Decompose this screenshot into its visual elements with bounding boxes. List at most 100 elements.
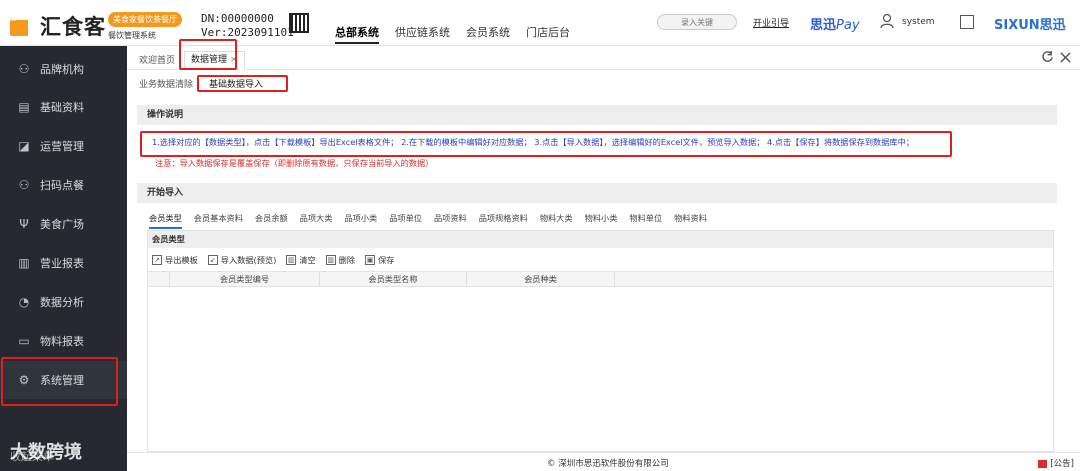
document-icon: ▤ bbox=[18, 100, 30, 114]
speaker-icon bbox=[1038, 459, 1048, 468]
column-header-member-type-name[interactable]: 会员类型名称 bbox=[320, 272, 467, 287]
delete-button[interactable]: ▥ 删除 bbox=[325, 254, 356, 266]
highlight-box-basic-data-import bbox=[197, 75, 288, 92]
start-import-title: 开始导入 bbox=[137, 183, 1057, 203]
sidebar-item-basic-data[interactable]: ▤ 基础资料 bbox=[0, 88, 127, 126]
delete-icon: ▥ bbox=[325, 255, 336, 265]
table-header: 会员类型编号 会员类型名称 会员种类 bbox=[148, 271, 1053, 287]
logo-text: 汇食客 bbox=[40, 15, 106, 39]
close-page-icon[interactable] bbox=[1059, 51, 1072, 64]
user-icon[interactable] bbox=[880, 13, 894, 29]
announcement-label: [公告] bbox=[1050, 459, 1074, 469]
import-tab-member-basic[interactable]: 会员基本资料 bbox=[194, 212, 243, 229]
import-type-tabs: 会员类型 会员基本资料 会员余额 品项大类 品项小类 品项单位 品项资料 品项规… bbox=[149, 212, 719, 229]
highlight-box-system-management bbox=[1, 357, 118, 406]
sidebar-item-label: 物料报表 bbox=[40, 335, 84, 348]
clear-icon: ▥ bbox=[286, 255, 297, 265]
announcement-link[interactable]: [公告] bbox=[1038, 457, 1074, 469]
opening-guide-link[interactable]: 开业引导 bbox=[753, 16, 789, 29]
export-template-button[interactable]: ↗ 导出模板 bbox=[152, 254, 198, 266]
qr-code-icon[interactable] bbox=[289, 13, 309, 33]
save-button[interactable]: ▣ 保存 bbox=[365, 254, 394, 266]
sidebar-item-data-analysis[interactable]: ◔ 数据分析 bbox=[0, 283, 127, 321]
main-content: 欢迎首页 数据管理 × 业务数据清除 基础数据导入 操作说明 1.选择对应的【数据… bbox=[127, 46, 1080, 471]
sidebar-item-label: 数据分析 bbox=[40, 296, 84, 309]
fullscreen-icon[interactable] bbox=[960, 15, 974, 29]
app-header: 汇食客 美食家餐饮茶餐厅 餐饮管理系统 DN:00000000 Ver:2023… bbox=[0, 0, 1080, 46]
nav-member-system[interactable]: 会员系统 bbox=[466, 24, 510, 44]
highlight-box-instructions bbox=[140, 131, 952, 157]
table-body bbox=[148, 289, 1053, 451]
keyword-search-input[interactable] bbox=[657, 14, 737, 30]
sidebar-item-food-court[interactable]: Ψ 美食广场 bbox=[0, 205, 127, 243]
save-icon: ▣ bbox=[365, 255, 376, 265]
import-tab-material-subcategory[interactable]: 物料小类 bbox=[585, 212, 618, 229]
sidebar-item-label: 美食广场 bbox=[40, 218, 84, 231]
sidebar-item-label: 运营管理 bbox=[40, 140, 84, 153]
nav-hq-system[interactable]: 总部系统 bbox=[335, 24, 379, 44]
sidebar-item-business-report[interactable]: ▥ 营业报表 bbox=[0, 244, 127, 282]
username[interactable]: system bbox=[902, 17, 935, 27]
import-tab-item-subcategory[interactable]: 品项小类 bbox=[344, 212, 377, 229]
import-data-icon: ↙ bbox=[207, 255, 218, 265]
footer: © 深圳市思迅软件股份有限公司 [公告] bbox=[127, 452, 1080, 471]
clear-button[interactable]: ▥ 清空 bbox=[286, 254, 316, 266]
material-report-icon: ▭ bbox=[18, 334, 30, 348]
brand-icon: ⚇ bbox=[18, 62, 30, 76]
sidebar-item-label: 营业报表 bbox=[40, 257, 84, 270]
button-label: 删除 bbox=[338, 255, 356, 265]
analytics-icon: ◔ bbox=[18, 295, 30, 309]
import-tab-item-spec[interactable]: 品项规格资料 bbox=[479, 212, 528, 229]
sixun-logo: SIXUN思迅 bbox=[994, 18, 1066, 33]
instructions-title: 操作说明 bbox=[137, 105, 1057, 125]
column-header-member-type-code[interactable]: 会员类型编号 bbox=[170, 272, 320, 287]
column-header-member-kind[interactable]: 会员种类 bbox=[467, 272, 615, 287]
sidebar-item-label: 基础资料 bbox=[40, 101, 84, 114]
import-tab-item-unit[interactable]: 品项单位 bbox=[389, 212, 422, 229]
business-subtitle: 餐饮管理系统 bbox=[108, 31, 156, 40]
sidebar-item-operations[interactable]: ◪ 运营管理 bbox=[0, 127, 127, 165]
button-label: 导出模板 bbox=[165, 255, 198, 265]
import-tab-material-data[interactable]: 物料资料 bbox=[674, 212, 707, 229]
report-icon: ▥ bbox=[18, 256, 30, 270]
grid-toolbar: ↗ 导出模板 ↙ 导入数据(预览) ▥ 清空 ▥ 删除 ▣ 保存 bbox=[148, 250, 1053, 270]
pay-brand: 思迅 bbox=[810, 18, 837, 33]
tab-welcome-home[interactable]: 欢迎首页 bbox=[139, 53, 175, 66]
page-tab-bar: 欢迎首页 数据管理 × bbox=[127, 46, 1080, 70]
sidebar-item-label: 品牌机构 bbox=[40, 63, 84, 76]
business-badge[interactable]: 美食家餐饮茶餐厅 bbox=[108, 12, 182, 27]
sidebar-item-brand-org[interactable]: ⚇ 品牌机构 bbox=[0, 50, 127, 88]
highlight-box-data-management-tab bbox=[179, 39, 237, 70]
import-tab-item-category[interactable]: 品项大类 bbox=[300, 212, 333, 229]
button-label: 导入数据(预览) bbox=[220, 255, 277, 265]
pay-logo[interactable]: 思迅Pay bbox=[810, 14, 860, 33]
sidebar-item-label: 扫码点餐 bbox=[40, 179, 84, 192]
grid-title: 会员类型 bbox=[148, 231, 1053, 248]
food-court-icon: Ψ bbox=[19, 217, 29, 231]
operations-icon: ◪ bbox=[18, 139, 30, 153]
button-label: 清空 bbox=[299, 255, 316, 265]
import-grid: 会员类型 ↗ 导出模板 ↙ 导入数据(预览) ▥ 清空 ▥ 删除 ▣ 保存 会员… bbox=[147, 230, 1054, 452]
dn-number: DN:00000000 bbox=[201, 12, 274, 25]
import-tab-material-category[interactable]: 物料大类 bbox=[540, 212, 573, 229]
logo-icon bbox=[10, 10, 34, 36]
version-label: Ver:2023091101 bbox=[201, 26, 294, 39]
import-tab-item-data[interactable]: 品项资料 bbox=[434, 212, 467, 229]
nav-supply-chain[interactable]: 供应链系统 bbox=[395, 24, 450, 44]
refresh-icon[interactable] bbox=[1041, 50, 1054, 63]
table-header-checkbox-column bbox=[148, 272, 170, 287]
overwrite-note: 注意：导入数据保存是覆盖保存（即删除原有数据，只保存当前导入的数据） bbox=[155, 158, 434, 168]
watermark: 大数跨境 bbox=[10, 442, 82, 463]
sidebar-item-scan-order[interactable]: ⚇ 扫码点餐 bbox=[0, 166, 127, 204]
export-template-icon: ↗ bbox=[152, 255, 162, 265]
top-navigation: 总部系统 供应链系统 会员系统 门店后台 bbox=[335, 24, 586, 44]
import-data-button[interactable]: ↙ 导入数据(预览) bbox=[207, 254, 277, 266]
subtab-business-data-clear[interactable]: 业务数据清除 bbox=[139, 77, 193, 90]
sidebar: ⚇ 品牌机构 ▤ 基础资料 ◪ 运营管理 ⚇ 扫码点餐 Ψ 美食广场 ▥ 营业报… bbox=[0, 46, 127, 471]
import-tab-member-type[interactable]: 会员类型 bbox=[149, 212, 182, 229]
sidebar-item-material-report[interactable]: ▭ 物料报表 bbox=[0, 322, 127, 360]
copyright-text: © 深圳市思迅软件股份有限公司 bbox=[547, 459, 669, 469]
nav-store-backend[interactable]: 门店后台 bbox=[526, 24, 570, 44]
import-tab-member-balance[interactable]: 会员余额 bbox=[255, 212, 288, 229]
import-tab-material-unit[interactable]: 物料单位 bbox=[629, 212, 662, 229]
